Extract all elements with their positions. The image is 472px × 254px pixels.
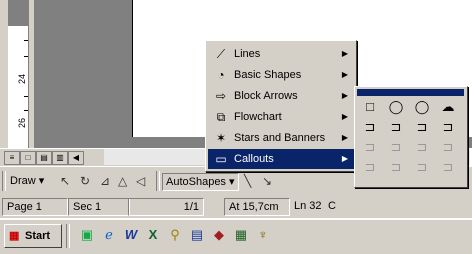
border-callout-1-button[interactable]: ⊐: [358, 157, 382, 177]
ruler-label-26: 26: [17, 117, 27, 128]
windows-logo-icon: ▦: [9, 230, 20, 242]
submenu-arrow-icon: ▶: [341, 49, 348, 58]
status-line: Ln 32: [294, 200, 322, 212]
start-button[interactable]: ▦ Start: [4, 224, 62, 248]
calendar-icon[interactable]: ▤: [188, 227, 206, 243]
status-pages: 1/1: [128, 198, 204, 216]
oval-callout-button[interactable]: ◯: [410, 97, 434, 117]
submenu-arrow-icon: ▶: [341, 70, 348, 79]
menu-item-stars-banners[interactable]: ✶ Stars and Banners ▶: [208, 128, 354, 148]
line-callout-4-button[interactable]: ⊐: [436, 117, 460, 137]
line-callout-2-button[interactable]: ⊐: [384, 117, 408, 137]
flowchart-icon: ⧉: [216, 110, 226, 124]
stars-banners-icon: ✶: [215, 131, 227, 145]
internet-explorer-icon[interactable]: ℯ: [100, 227, 118, 243]
block-arrows-icon: ⇨: [215, 89, 227, 103]
basic-shapes-icon: ◔: [217, 68, 225, 82]
submenu-title-bar[interactable]: [357, 89, 464, 96]
status-bar: Page 1 Sec 1 1/1 At 15,7cm Ln 32 C: [0, 195, 472, 218]
line-tool-icon[interactable]: ╲: [244, 173, 251, 189]
arrow-tool-icon[interactable]: ↘: [262, 173, 272, 189]
border-callout-3-button[interactable]: ⊐: [410, 157, 434, 177]
explorer-icon[interactable]: ▦: [232, 227, 250, 243]
submenu-arrow-icon: ▶: [341, 133, 348, 142]
menu-item-lines[interactable]: ⟋ Lines ▶: [208, 44, 354, 64]
ruler-margin: [8, 0, 28, 26]
rectangular-callout-button[interactable]: □: [358, 97, 382, 117]
outline-view-button[interactable]: ▥: [52, 151, 68, 165]
submenu-arrow-icon: ▶: [341, 154, 348, 163]
callouts-icon: ▭: [215, 152, 227, 166]
misc-app-icon[interactable]: ♆: [254, 227, 272, 243]
border-callout-2-button[interactable]: ⊐: [384, 157, 408, 177]
nudge-icon[interactable]: ◁: [136, 173, 145, 189]
paint-icon[interactable]: ◆: [210, 227, 228, 243]
accent-callout-3-button[interactable]: ⊐: [410, 137, 434, 157]
ruler-label-24: 24: [17, 73, 27, 84]
free-rotate-icon[interactable]: ↻: [80, 173, 90, 189]
callouts-submenu: □ ◯ ◯ ☁ ⊐ ⊐ ⊐ ⊐ ⊐ ⊐ ⊐ ⊐ ⊐ ⊐ ⊐ ⊐: [354, 86, 468, 188]
status-section: Sec 1: [68, 198, 130, 216]
line-callout-1-button[interactable]: ⊐: [358, 117, 382, 137]
normal-view-button[interactable]: ≡: [4, 151, 20, 165]
cloud-callout-button[interactable]: ☁: [436, 97, 460, 117]
menu-item-callouts[interactable]: ▭ Callouts ▶: [208, 149, 354, 169]
autoshapes-button[interactable]: AutoShapes ▾: [162, 173, 239, 191]
show-desktop-icon[interactable]: ▣: [78, 227, 96, 243]
align-icon[interactable]: ⊿: [100, 173, 110, 189]
status-position: At 15,7cm: [224, 198, 290, 216]
web-layout-button[interactable]: □: [20, 151, 36, 165]
rounded-callout-button[interactable]: ◯: [384, 97, 408, 117]
lines-icon: ⟋: [216, 47, 226, 61]
menu-item-flowchart[interactable]: ⧉ Flowchart ▶: [208, 107, 354, 127]
menu-item-block-arrows[interactable]: ⇨ Block Arrows ▶: [208, 86, 354, 106]
menu-item-basic-shapes[interactable]: ◔ Basic Shapes ▶: [208, 65, 354, 85]
scroll-left-button[interactable]: ◀: [68, 151, 84, 165]
print-layout-button[interactable]: ▤: [36, 151, 52, 165]
submenu-arrow-icon: ▶: [341, 91, 348, 100]
status-page: Page 1: [2, 198, 68, 216]
accent-callout-4-button[interactable]: ⊐: [436, 137, 460, 157]
search-icon[interactable]: ⚲: [166, 227, 184, 243]
word-icon[interactable]: W: [122, 227, 140, 243]
border-callout-4-button[interactable]: ⊐: [436, 157, 460, 177]
excel-icon[interactable]: X: [144, 227, 162, 243]
select-objects-icon[interactable]: ↖: [60, 173, 70, 189]
taskbar: ▦ Start ▣ ℯ W X ⚲ ▤ ◆ ▦ ♆: [0, 219, 472, 254]
line-callout-3-button[interactable]: ⊐: [410, 117, 434, 137]
submenu-arrow-icon: ▶: [341, 112, 348, 121]
autoshapes-menu: ⟋ Lines ▶ ◔ Basic Shapes ▶ ⇨ Block Arrow…: [205, 40, 357, 172]
draw-menu-button[interactable]: Draw ▾: [10, 173, 44, 189]
distribute-icon[interactable]: △: [118, 173, 127, 189]
accent-callout-1-button[interactable]: ⊐: [358, 137, 382, 157]
status-column: C: [328, 200, 336, 212]
accent-callout-2-button[interactable]: ⊐: [384, 137, 408, 157]
